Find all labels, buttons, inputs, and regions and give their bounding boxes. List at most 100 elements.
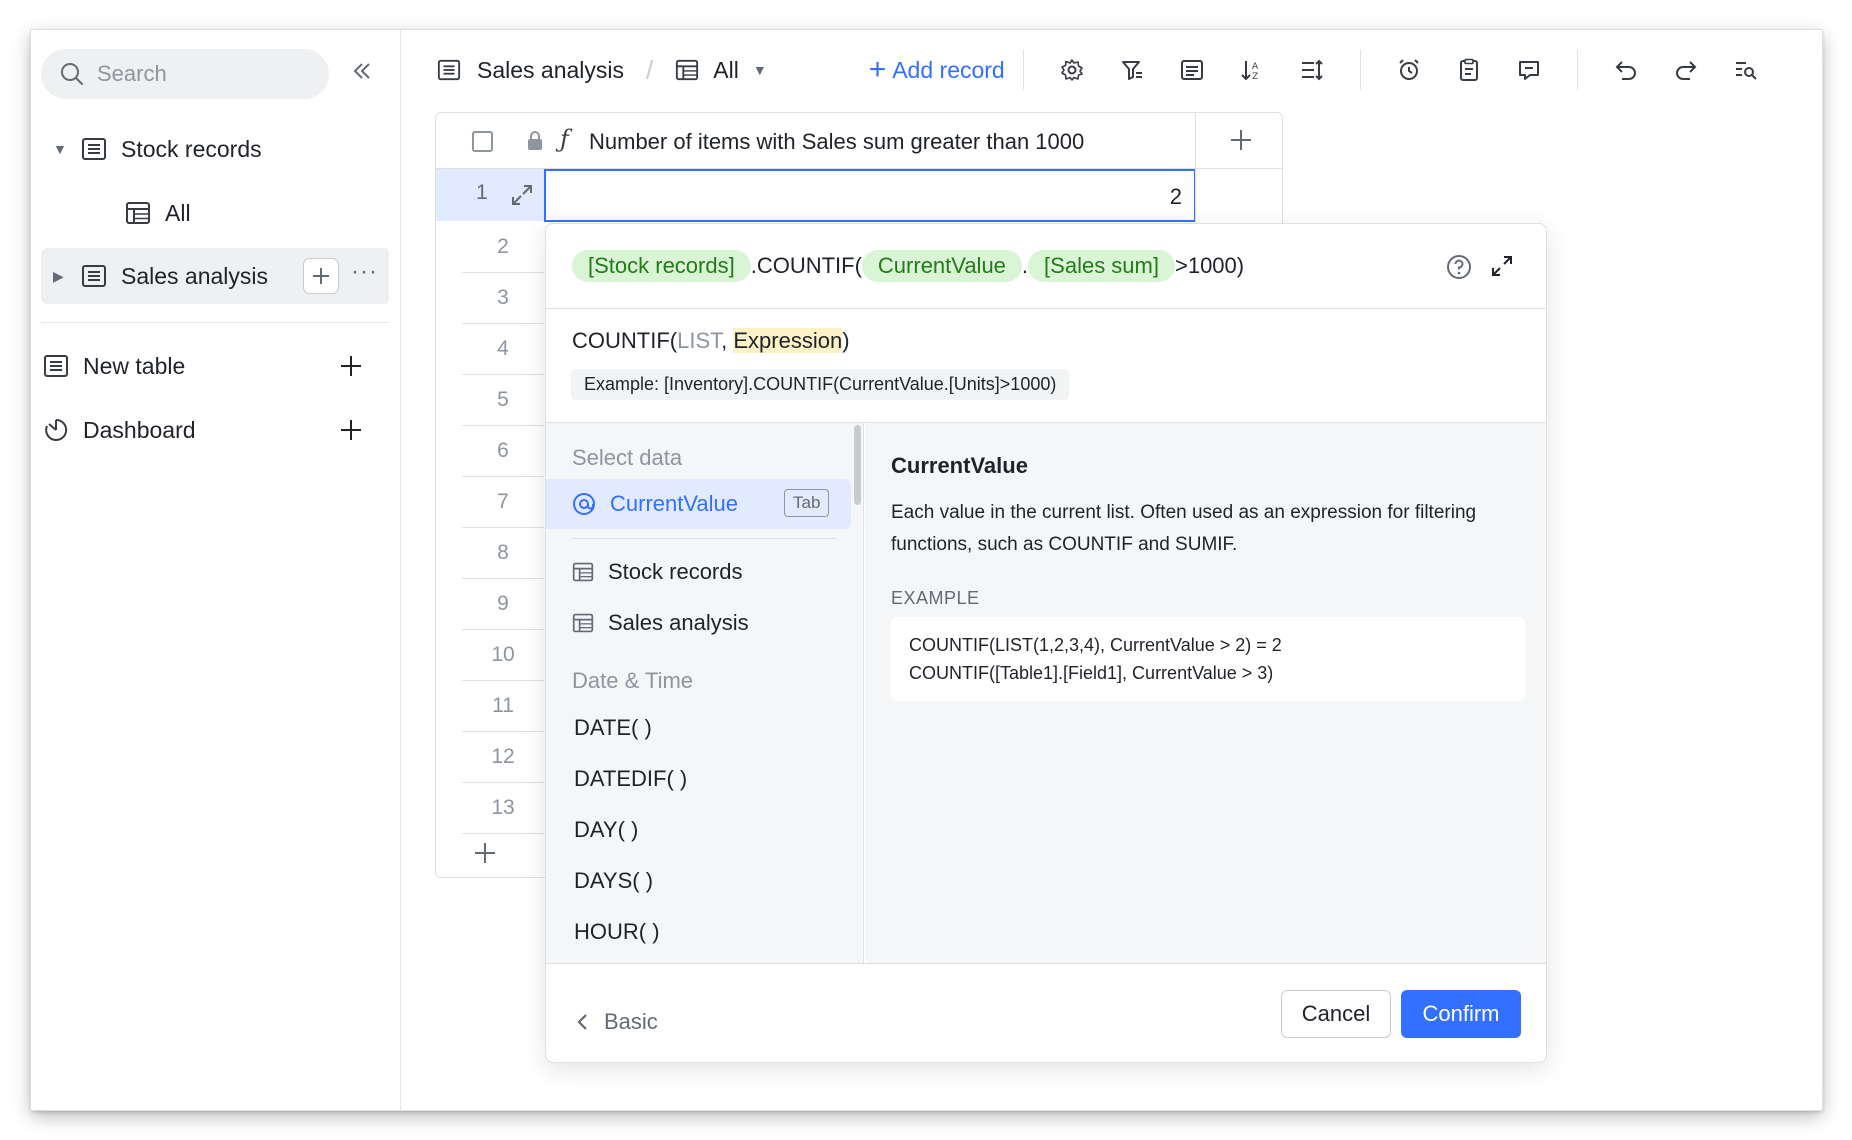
detail-title: CurrentValue bbox=[891, 453, 1028, 478]
row-number: 5 bbox=[462, 375, 544, 426]
find-icon[interactable] bbox=[1716, 58, 1776, 82]
list-item-sales-analysis[interactable]: Sales analysis bbox=[572, 610, 749, 636]
new-table-label: New table bbox=[83, 352, 186, 379]
settings-icon[interactable] bbox=[1042, 58, 1102, 82]
redo-icon[interactable] bbox=[1656, 58, 1716, 82]
list-item-currentvalue[interactable]: CurrentValue Tab bbox=[546, 479, 851, 529]
row-number: 12 bbox=[462, 732, 544, 783]
toolbar-divider bbox=[1576, 50, 1578, 90]
table-icon bbox=[81, 263, 107, 289]
search-input[interactable]: Search bbox=[41, 49, 329, 99]
expand-record-icon[interactable] bbox=[510, 183, 534, 207]
sidebar-item-stock-records[interactable]: ▼ Stock records bbox=[41, 121, 389, 177]
at-sign-icon bbox=[572, 492, 596, 516]
formula-input[interactable]: [Stock records] .COUNTIF( CurrentValue .… bbox=[572, 248, 1244, 284]
row-height-icon[interactable] bbox=[1282, 58, 1342, 82]
group-select-data: Select data bbox=[572, 445, 683, 470]
grid-view-icon bbox=[572, 613, 594, 633]
sidebar-item-sales-analysis[interactable]: ▶ Sales analysis ··· bbox=[41, 248, 389, 304]
function-item[interactable]: DAY( ) bbox=[574, 817, 638, 843]
dashboard-icon bbox=[43, 417, 69, 443]
sidebar-divider bbox=[41, 322, 389, 323]
filter-icon[interactable] bbox=[1102, 58, 1162, 82]
help-icon[interactable] bbox=[1446, 254, 1472, 280]
table-title[interactable]: Sales analysis bbox=[437, 57, 624, 84]
add-table-icon[interactable] bbox=[339, 354, 363, 378]
sidebar-item-new-table[interactable]: New table bbox=[37, 338, 385, 394]
confirm-button[interactable]: Confirm bbox=[1401, 990, 1521, 1038]
detail-example-box: COUNTIF(LIST(1,2,3,4), CurrentValue > 2)… bbox=[891, 617, 1525, 701]
undo-icon[interactable] bbox=[1596, 58, 1656, 82]
signature-arg-list: LIST bbox=[677, 328, 722, 353]
maximize-icon[interactable] bbox=[1490, 254, 1514, 278]
function-detail: CurrentValue Each value in the current l… bbox=[865, 423, 1546, 963]
add-view-button[interactable] bbox=[303, 258, 339, 294]
row-number: 7 bbox=[462, 477, 544, 528]
formula-text: >1000) bbox=[1174, 253, 1245, 278]
sidebar-item-label: Stock records bbox=[121, 135, 262, 162]
sidebar-item-view-all[interactable]: All bbox=[41, 185, 389, 241]
signature-example: Example: [Inventory].COUNTIF(CurrentValu… bbox=[571, 369, 1070, 400]
app-window: Search ▼ Stock records All ▶ Sales analy… bbox=[31, 30, 1822, 1110]
basic-label: Basic bbox=[604, 1009, 658, 1034]
toolbar-divider bbox=[1359, 50, 1361, 90]
add-record-label: Add record bbox=[892, 56, 1005, 83]
list-divider bbox=[572, 538, 837, 539]
formula-field-icon: ƒ bbox=[560, 125, 569, 153]
grid-header: ƒ Number of items with Sales sum greater… bbox=[436, 113, 1282, 169]
add-record-button[interactable]: + Add record bbox=[869, 55, 1005, 85]
formula-token-table[interactable]: [Stock records] bbox=[572, 250, 751, 282]
expand-caret-icon[interactable]: ▶ bbox=[53, 268, 67, 285]
add-column-icon[interactable] bbox=[1228, 127, 1254, 153]
comment-icon[interactable] bbox=[1499, 58, 1559, 82]
detail-example-label: EXAMPLE bbox=[891, 588, 980, 608]
formula-cell[interactable]: 2 bbox=[544, 169, 1196, 222]
plus-icon: + bbox=[868, 53, 887, 86]
expand-caret-icon[interactable]: ▼ bbox=[53, 141, 67, 157]
group-date-time: Date & Time bbox=[572, 668, 694, 693]
signature-close: ) bbox=[842, 328, 850, 353]
list-item-label: Stock records bbox=[608, 559, 743, 584]
view-selector[interactable]: All ▼ bbox=[675, 57, 767, 84]
table-icon bbox=[81, 136, 107, 162]
grid-view-icon bbox=[676, 59, 699, 81]
form-icon[interactable] bbox=[1439, 58, 1499, 82]
signature-comma: , bbox=[721, 328, 734, 353]
svg-text:A: A bbox=[1252, 62, 1259, 72]
formula-text: .COUNTIF( bbox=[750, 253, 862, 278]
sidebar-item-dashboard[interactable]: Dashboard bbox=[37, 402, 385, 458]
group-icon[interactable] bbox=[1162, 58, 1222, 82]
svg-text:Z: Z bbox=[1252, 72, 1258, 82]
signature-function: COUNTIF( bbox=[572, 328, 678, 353]
cancel-button[interactable]: Cancel bbox=[1281, 990, 1391, 1038]
select-all-checkbox[interactable] bbox=[472, 131, 493, 152]
function-item[interactable]: HOUR( ) bbox=[574, 919, 660, 945]
collapse-sidebar-icon[interactable] bbox=[351, 60, 373, 82]
formula-token-field[interactable]: [Sales sum] bbox=[1028, 250, 1175, 282]
list-item-stock-records[interactable]: Stock records bbox=[572, 559, 743, 585]
sort-icon[interactable]: AZ bbox=[1222, 58, 1282, 82]
toolbar-divider bbox=[1022, 50, 1024, 90]
function-item[interactable]: DATE( ) bbox=[574, 715, 652, 741]
row-number: 8 bbox=[462, 528, 544, 579]
panel-divider bbox=[546, 963, 1546, 964]
function-item[interactable]: DATEDIF( ) bbox=[574, 766, 687, 792]
reminder-icon[interactable] bbox=[1379, 58, 1439, 82]
column-header[interactable]: Number of items with Sales sum greater t… bbox=[589, 129, 1084, 155]
column-divider bbox=[1195, 113, 1196, 168]
formula-token-currentvalue[interactable]: CurrentValue bbox=[861, 250, 1022, 282]
grid-view-icon bbox=[572, 562, 594, 582]
add-row-icon[interactable] bbox=[473, 841, 497, 865]
row-number: 4 bbox=[462, 324, 544, 375]
scrollbar[interactable] bbox=[854, 425, 861, 505]
search-placeholder: Search bbox=[97, 61, 167, 86]
dropdown-caret-icon: ▼ bbox=[752, 62, 767, 78]
function-item[interactable]: DAYS( ) bbox=[574, 868, 653, 894]
function-list: Select data CurrentValue Tab Stock recor… bbox=[546, 423, 864, 963]
breadcrumb-separator: / bbox=[646, 54, 654, 85]
add-dashboard-icon[interactable] bbox=[339, 418, 363, 442]
row-number: 10 bbox=[462, 630, 544, 681]
basic-mode-button[interactable]: Basic bbox=[576, 1009, 658, 1035]
column-divider bbox=[1195, 169, 1196, 224]
more-options-icon[interactable]: ··· bbox=[351, 258, 378, 286]
